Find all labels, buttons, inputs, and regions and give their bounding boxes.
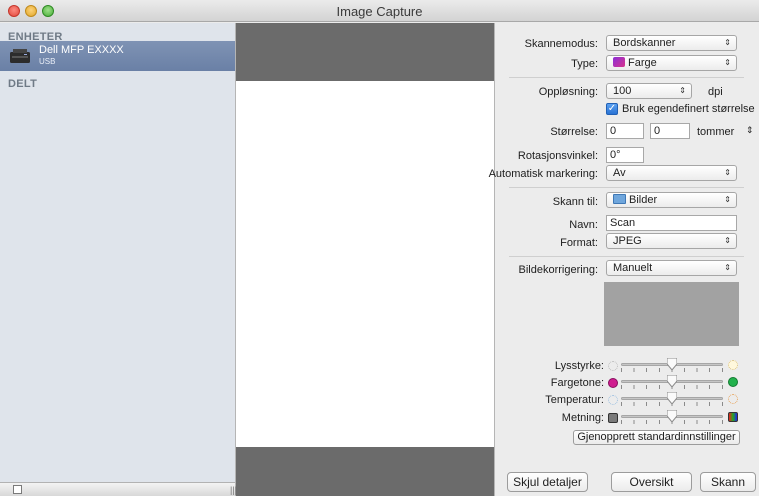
tint-label: Fargetone:	[550, 377, 604, 389]
temperature-warm-icon	[728, 394, 738, 404]
auto-selection-value: Av	[613, 167, 626, 179]
updown-arrow-icon: ⇕	[679, 86, 686, 95]
updown-arrow-icon: ⇕	[724, 195, 731, 204]
size-width-input[interactable]: 0	[606, 123, 644, 139]
printer-icon	[10, 49, 30, 63]
device-connection: USB	[39, 57, 56, 66]
resolution-label: Oppløsning:	[538, 86, 598, 98]
type-label: Type:	[571, 58, 598, 70]
scan-preview-page	[236, 81, 494, 447]
rotation-label: Rotasjonsvinkel:	[517, 150, 598, 162]
brightness-high-icon	[728, 360, 738, 370]
sidebar-item-device[interactable]: Dell MFP EXXXX USB	[0, 41, 235, 71]
custom-size-checkbox[interactable]: ✓	[606, 103, 618, 115]
temperature-slider[interactable]	[621, 392, 723, 406]
tint-magenta-icon	[608, 378, 618, 388]
tint-green-icon	[728, 377, 738, 387]
title-bar: Image Capture	[0, 0, 759, 22]
temperature-label: Temperatur:	[545, 394, 604, 406]
share-toggle-icon[interactable]	[13, 485, 22, 494]
shared-header: DELT	[8, 78, 38, 90]
settings-panel: Skannemodus: Bordskanner ⇕ Type: Farge ⇕…	[489, 23, 759, 496]
scan-to-value: Bilder	[629, 194, 658, 206]
saturation-slider[interactable]	[621, 410, 723, 424]
updown-arrow-icon: ⇕	[724, 236, 731, 245]
brightness-slider[interactable]	[621, 358, 723, 372]
slider-knob[interactable]	[667, 410, 677, 422]
custom-size-label: Bruk egendefinert størrelse	[622, 103, 755, 115]
color-mode-icon	[613, 57, 625, 67]
sidebar: ENHETER Dell MFP EXXXX USB DELT |||	[0, 23, 237, 496]
resolution-unit: dpi	[708, 86, 723, 98]
rotation-input[interactable]: 0°	[606, 147, 644, 163]
updown-arrow-icon: ⇕	[724, 58, 731, 67]
updown-arrow-icon: ⇕	[724, 263, 731, 272]
hide-details-button[interactable]: Skjul detaljer	[507, 472, 588, 492]
scan-mode-select[interactable]: Bordskanner ⇕	[606, 35, 737, 51]
name-input[interactable]: Scan	[606, 215, 737, 231]
saturation-label: Metning:	[561, 412, 604, 424]
size-unit-stepper-icon[interactable]: ⇕	[746, 125, 754, 136]
scan-to-label: Skann til:	[552, 196, 598, 208]
image-correction-select[interactable]: Manuelt ⇕	[606, 260, 737, 276]
scan-to-select[interactable]: Bilder ⇕	[606, 192, 737, 208]
device-name: Dell MFP EXXXX	[39, 44, 124, 56]
resolution-select[interactable]: 100 ⇕	[606, 83, 692, 99]
scan-preview-area[interactable]	[236, 23, 494, 496]
name-label: Navn:	[569, 219, 598, 231]
separator	[509, 187, 744, 188]
slider-knob[interactable]	[667, 392, 677, 404]
format-select[interactable]: JPEG ⇕	[606, 233, 737, 249]
slider-knob[interactable]	[667, 358, 677, 370]
saturation-low-icon	[608, 413, 618, 423]
type-value: Farge	[628, 57, 657, 69]
separator	[509, 256, 744, 257]
size-unit: tommer	[697, 126, 735, 138]
restore-defaults-button[interactable]: Gjenopprett standardinnstillinger	[573, 430, 740, 445]
separator	[509, 77, 744, 78]
auto-selection-label: Automatisk markering:	[488, 168, 598, 180]
scan-button[interactable]: Skann	[700, 472, 756, 492]
window-title: Image Capture	[336, 4, 423, 19]
scan-mode-label: Skannemodus:	[524, 38, 598, 50]
folder-icon	[613, 194, 626, 204]
image-correction-label: Bildekorrigering:	[518, 264, 598, 276]
type-select[interactable]: Farge ⇕	[606, 55, 737, 71]
size-height-input[interactable]: 0	[650, 123, 690, 139]
brightness-low-icon	[608, 361, 618, 371]
histogram-preview	[604, 282, 739, 346]
format-label: Format:	[560, 237, 598, 249]
auto-selection-select[interactable]: Av ⇕	[606, 165, 737, 181]
format-value: JPEG	[613, 235, 642, 247]
saturation-high-icon	[728, 412, 738, 422]
temperature-cool-icon	[608, 395, 618, 405]
resolution-value: 100	[613, 85, 632, 97]
updown-arrow-icon: ⇕	[724, 168, 731, 177]
overview-button[interactable]: Oversikt	[611, 472, 692, 492]
slider-knob[interactable]	[667, 375, 677, 387]
scan-mode-value: Bordskanner	[613, 37, 676, 49]
updown-arrow-icon: ⇕	[724, 38, 731, 47]
tint-slider[interactable]	[621, 375, 723, 389]
brightness-label: Lysstyrke:	[554, 360, 604, 372]
size-label: Størrelse:	[550, 126, 598, 138]
sidebar-footer: |||	[0, 482, 237, 496]
image-correction-value: Manuelt	[613, 262, 653, 274]
